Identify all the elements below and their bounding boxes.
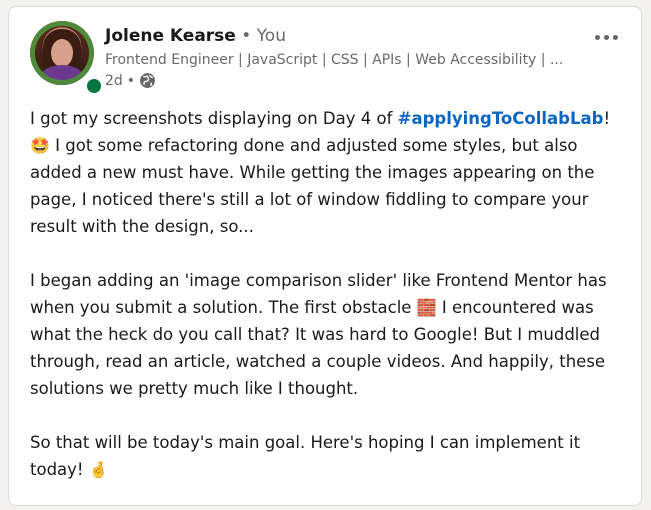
- post-meta: 2d •: [105, 72, 156, 89]
- author-line: Jolene Kearse • You: [105, 26, 286, 46]
- text-segment: I got my screenshots displaying on Day 4…: [30, 109, 398, 128]
- dot: [603, 34, 609, 40]
- avatar[interactable]: [30, 21, 94, 85]
- post-card: Jolene Kearse • You Frontend Engineer | …: [8, 6, 642, 506]
- dot: [594, 34, 600, 40]
- dot: [612, 34, 618, 40]
- star-eyes-emoji-icon: 🤩: [30, 136, 50, 155]
- post-body: I got my screenshots displaying on Day 4…: [30, 105, 630, 510]
- open-to-work-ring: [30, 21, 94, 85]
- text-segment: So that will be today's main goal. Here'…: [30, 433, 581, 479]
- author-relation: You: [256, 26, 286, 46]
- meta-separator: •: [126, 72, 136, 89]
- hashtag-link[interactable]: #applyingToCollabLab: [398, 109, 604, 128]
- post-paragraph: So that will be today's main goal. Here'…: [30, 429, 630, 483]
- brick-emoji-icon: 🧱: [416, 298, 437, 317]
- author-name[interactable]: Jolene Kearse: [105, 26, 236, 46]
- post-time: 2d: [105, 72, 123, 89]
- crossed-fingers-emoji-icon: 🤞: [88, 460, 109, 479]
- text-segment: I got some refactoring done and adjusted…: [30, 136, 595, 236]
- name-separator: •: [241, 26, 252, 46]
- post-paragraph: I began adding an 'image comparison slid…: [30, 267, 630, 402]
- more-options-button[interactable]: [589, 25, 623, 49]
- online-status-dot: [85, 77, 103, 95]
- globe-icon: [140, 73, 155, 88]
- author-headline: Frontend Engineer | JavaScript | CSS | A…: [105, 52, 564, 68]
- text-segment: !: [603, 109, 611, 128]
- post-paragraph: I got my screenshots displaying on Day 4…: [30, 105, 630, 240]
